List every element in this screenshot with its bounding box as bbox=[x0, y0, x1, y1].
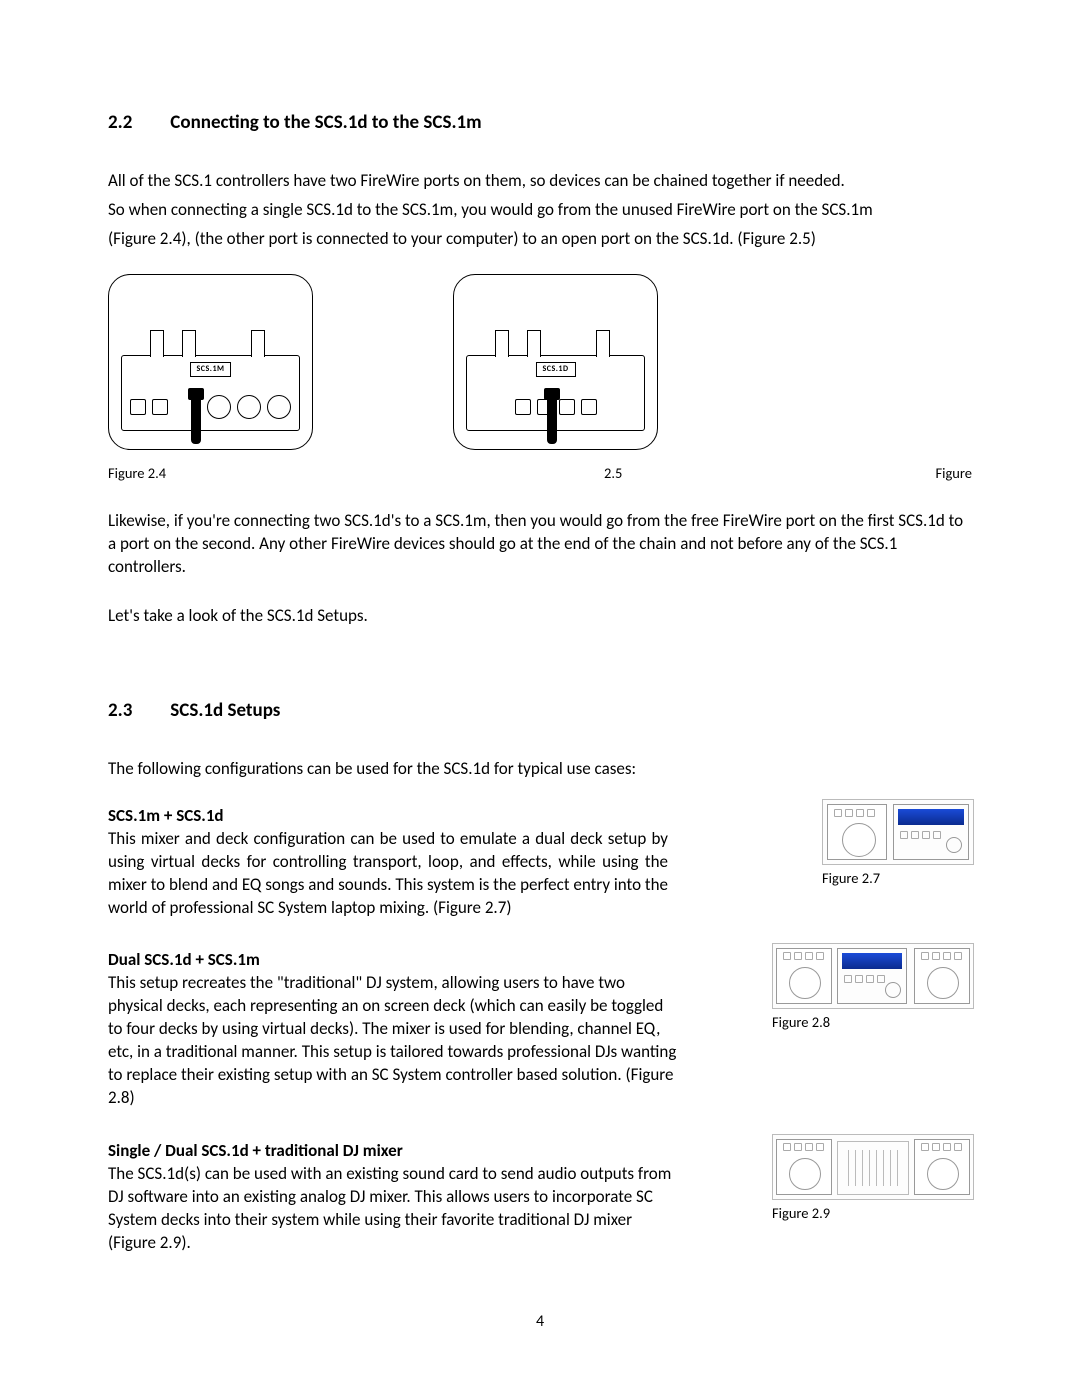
setup-1-text: SCS.1m + SCS.1d This mixer and deck conf… bbox=[108, 805, 668, 920]
setup-2: Dual SCS.1d + SCS.1m This setup recreate… bbox=[108, 949, 972, 1110]
port-icon bbox=[237, 395, 261, 419]
setup-1: SCS.1m + SCS.1d This mixer and deck conf… bbox=[108, 805, 972, 920]
figure-2-9-caption: Figure 2.9 bbox=[772, 1204, 972, 1224]
setup-2-body: This setup recreates the "traditional" D… bbox=[108, 972, 676, 1108]
figure-row-24-25: SCS.1M SCS.1D bbox=[108, 274, 972, 454]
s22-para3: Let's take a look of the SCS.1d Setups. bbox=[108, 605, 972, 628]
figure-2-4: SCS.1M bbox=[108, 274, 313, 450]
setup-3: Single / Dual SCS.1d + traditional DJ mi… bbox=[108, 1140, 972, 1255]
port-icon bbox=[130, 399, 146, 415]
device-label: SCS.1D bbox=[535, 362, 575, 377]
cable-icon bbox=[547, 396, 557, 444]
setup-2-title: Dual SCS.1d + SCS.1m bbox=[108, 949, 680, 972]
device-label: SCS.1M bbox=[190, 362, 232, 377]
s23-intro: The following configurations can be used… bbox=[108, 758, 972, 781]
setup-3-body: The SCS.1d(s) can be used with an existi… bbox=[108, 1163, 671, 1253]
antenna-icon bbox=[596, 330, 610, 357]
setup-3-title: Single / Dual SCS.1d + traditional DJ mi… bbox=[108, 1140, 680, 1163]
section-2-2-heading: 2.2 Connecting to the SCS.1d to the SCS.… bbox=[108, 110, 972, 136]
device-scs1d: SCS.1D bbox=[466, 355, 645, 431]
section-title: Connecting to the SCS.1d to the SCS.1m bbox=[170, 111, 481, 134]
figure-caption-row: Figure 2.4 2.5 Figure bbox=[108, 464, 972, 484]
setup-2-text: Dual SCS.1d + SCS.1m This setup recreate… bbox=[108, 949, 680, 1110]
section-number: 2.3 bbox=[108, 698, 166, 724]
ports-row bbox=[130, 390, 291, 424]
setup-1-body: This mixer and deck configuration can be… bbox=[108, 828, 668, 918]
figure-2-7-image bbox=[822, 799, 974, 865]
port-icon bbox=[207, 395, 231, 419]
figure-2-8-caption: Figure 2.8 bbox=[772, 1013, 972, 1033]
s22-para1-line3: (Figure 2.4), (the other port is connect… bbox=[108, 228, 972, 251]
figure-2-5: SCS.1D bbox=[453, 274, 658, 450]
section-number: 2.2 bbox=[108, 110, 166, 136]
figure-2-5-word: Figure bbox=[935, 464, 972, 484]
figure-2-4-caption: Figure 2.4 bbox=[108, 464, 166, 484]
figure-2-9: Figure 2.9 bbox=[772, 1134, 972, 1224]
port-icon bbox=[515, 399, 531, 415]
section-title: SCS.1d Setups bbox=[170, 699, 280, 722]
antenna-icon bbox=[251, 330, 265, 357]
page: 2.2 Connecting to the SCS.1d to the SCS.… bbox=[0, 0, 1080, 1397]
figure-2-8: Figure 2.8 bbox=[772, 943, 972, 1033]
figure-2-8-image bbox=[772, 943, 974, 1009]
s22-para2-block: Likewise, if you're connecting two SCS.1… bbox=[108, 510, 972, 579]
figure-2-7-caption: Figure 2.7 bbox=[822, 869, 972, 889]
port-icon bbox=[559, 399, 575, 415]
content-area: 2.2 Connecting to the SCS.1d to the SCS.… bbox=[108, 110, 972, 1255]
setup-3-text: Single / Dual SCS.1d + traditional DJ mi… bbox=[108, 1140, 680, 1255]
port-icon bbox=[152, 399, 168, 415]
figure-2-9-image bbox=[772, 1134, 974, 1200]
port-icon bbox=[267, 395, 291, 419]
setup-1-title: SCS.1m + SCS.1d bbox=[108, 805, 668, 828]
figure-2-7: Figure 2.7 bbox=[822, 799, 972, 889]
section-2-3-heading: 2.3 SCS.1d Setups bbox=[108, 698, 972, 724]
device-scs1m: SCS.1M bbox=[121, 355, 300, 431]
s22-para1-line2: So when connecting a single SCS.1d to th… bbox=[108, 199, 972, 222]
figure-2-5-number: 2.5 bbox=[604, 464, 622, 484]
page-number: 4 bbox=[0, 1311, 1080, 1333]
cable-icon bbox=[191, 396, 201, 444]
s22-para2: Likewise, if you're connecting two SCS.1… bbox=[108, 510, 972, 579]
s22-para1-line1: All of the SCS.1 controllers have two Fi… bbox=[108, 170, 972, 193]
port-icon bbox=[581, 399, 597, 415]
